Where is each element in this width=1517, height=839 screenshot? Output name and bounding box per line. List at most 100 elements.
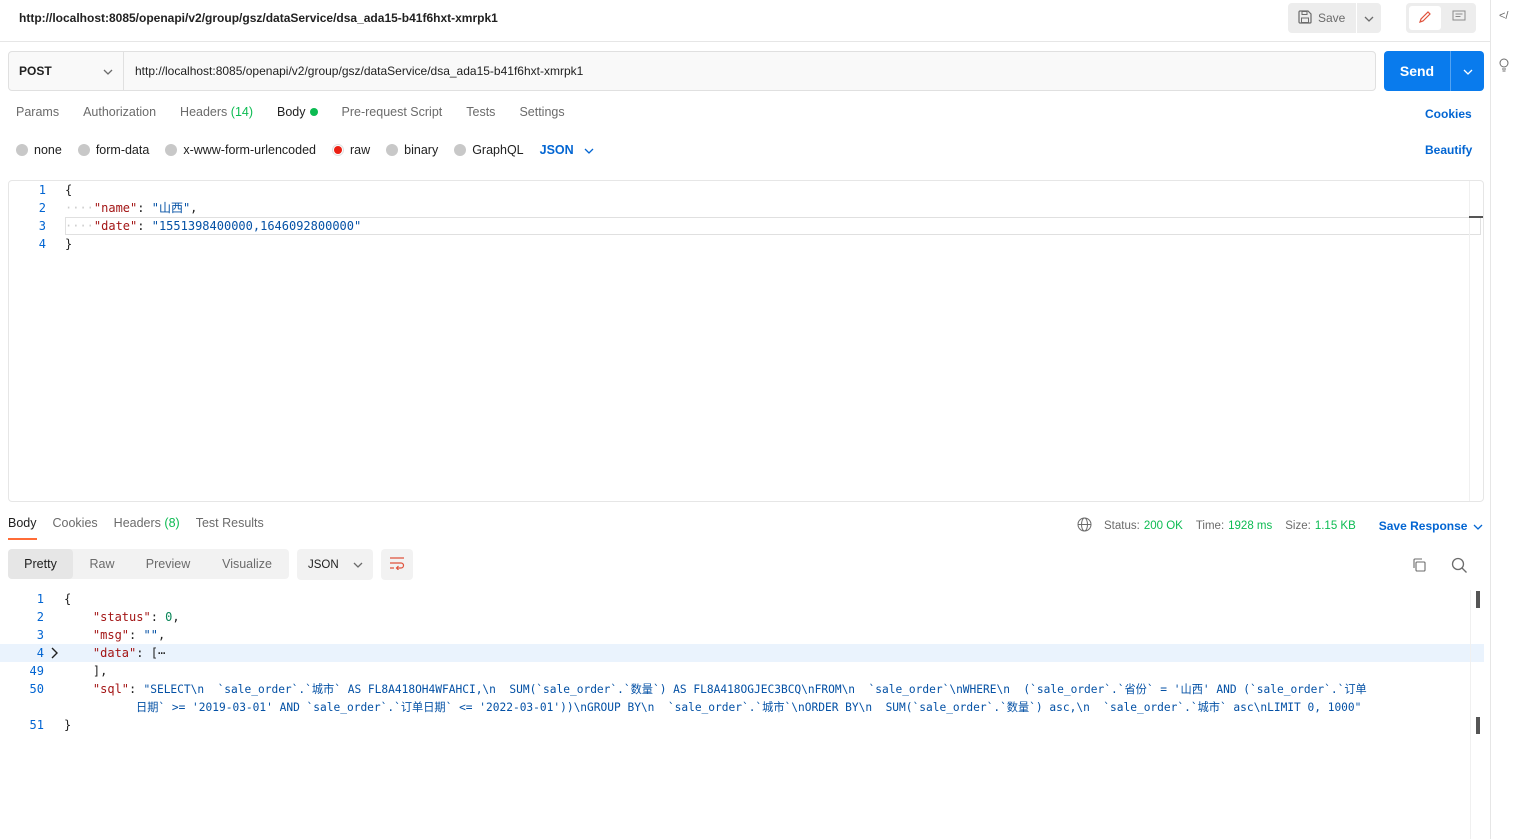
view-pretty-button[interactable]: Pretty bbox=[8, 549, 73, 579]
tab-settings[interactable]: Settings bbox=[519, 105, 564, 119]
code-text: } bbox=[64, 718, 72, 732]
code-text: "sql": "SELECT\n `sale_order`.`城市` AS FL… bbox=[92, 682, 1367, 696]
save-response-button[interactable]: Save Response bbox=[1379, 519, 1484, 533]
view-preview-button[interactable]: Preview bbox=[131, 549, 205, 579]
copy-icon[interactable] bbox=[1411, 557, 1427, 576]
tab-label: Body bbox=[8, 516, 37, 530]
request-body-editor[interactable]: 1 { 2 ····"name": "山西", 3 ····"date": "1… bbox=[8, 180, 1484, 502]
body-format-select[interactable]: JSON bbox=[540, 143, 594, 157]
chevron-down-icon bbox=[584, 143, 594, 157]
comment-icon bbox=[1452, 10, 1466, 26]
response-tab-cookies[interactable]: Cookies bbox=[53, 516, 98, 540]
tab-authorization[interactable]: Authorization bbox=[83, 105, 156, 119]
editor-line-current: 3 ····"date": "1551398400000,16460928000… bbox=[9, 217, 1483, 235]
save-button[interactable]: Save bbox=[1288, 3, 1356, 33]
globe-icon[interactable] bbox=[1077, 517, 1092, 535]
radio-icon bbox=[77, 144, 90, 156]
method-select[interactable]: POST bbox=[9, 52, 124, 90]
line-number: 1 bbox=[36, 592, 44, 606]
search-icon[interactable] bbox=[1451, 557, 1468, 577]
edit-mode-button[interactable] bbox=[1409, 6, 1441, 30]
tab-label: Test Results bbox=[195, 516, 264, 530]
save-response-label: Save Response bbox=[1378, 519, 1468, 533]
tab-headers[interactable]: Headers (14) bbox=[180, 105, 253, 119]
code-text: { bbox=[64, 592, 72, 606]
right-sidebar: </ bbox=[1490, 0, 1517, 839]
radio-label: raw bbox=[350, 143, 371, 157]
response-scrollbar[interactable] bbox=[1470, 590, 1484, 839]
status-label: Status: bbox=[1104, 520, 1140, 532]
code-icon[interactable]: </ bbox=[1499, 10, 1508, 22]
response-tab-headers[interactable]: Headers (8) bbox=[114, 516, 180, 540]
line-number: 49 bbox=[29, 664, 44, 678]
scroll-marker bbox=[1476, 717, 1480, 734]
response-line: 2 "status": 0, bbox=[0, 608, 1484, 626]
code-text: "status": 0, bbox=[92, 610, 180, 624]
modified-dot-icon bbox=[309, 107, 318, 116]
size-value[interactable]: 1.15 KB bbox=[1315, 520, 1356, 532]
editor-line: 1 { bbox=[9, 181, 1483, 199]
status-value[interactable]: 200 OK bbox=[1144, 520, 1183, 532]
body-type-none[interactable]: none bbox=[16, 143, 62, 157]
save-icon bbox=[1298, 9, 1312, 27]
tab-pre-request-script[interactable]: Pre-request Script bbox=[342, 105, 443, 119]
view-visualize-button[interactable]: Visualize bbox=[205, 549, 289, 579]
lightbulb-icon[interactable] bbox=[1499, 58, 1509, 75]
documentation-mode-button[interactable] bbox=[1444, 6, 1473, 30]
editor-line: 2 ····"name": "山西", bbox=[9, 199, 1483, 217]
tab-body[interactable]: Body bbox=[277, 105, 318, 119]
chevron-down-icon bbox=[1364, 11, 1374, 25]
save-options-button[interactable] bbox=[1357, 3, 1381, 33]
line-number: 50 bbox=[29, 682, 44, 696]
body-type-form-data[interactable]: form-data bbox=[77, 143, 149, 157]
response-line: 51 } bbox=[0, 716, 1484, 734]
tab-label: Settings bbox=[519, 105, 565, 119]
request-header-bar: http://localhost:8085/openapi/v2/group/g… bbox=[0, 0, 1490, 42]
body-type-graphql[interactable]: GraphQL bbox=[454, 143, 524, 157]
time-value[interactable]: 1928 ms bbox=[1228, 520, 1272, 532]
cookies-link[interactable]: Cookies bbox=[1425, 107, 1472, 121]
line-number: 3 bbox=[36, 628, 44, 642]
url-input[interactable]: http://localhost:8085/openapi/v2/group/g… bbox=[124, 52, 1375, 90]
request-title[interactable]: http://localhost:8085/openapi/v2/group/g… bbox=[19, 11, 498, 25]
editor-scrollbar[interactable] bbox=[1469, 181, 1483, 501]
body-type-selector: none form-data x-www-form-urlencoded raw… bbox=[16, 143, 594, 157]
radio-label: binary bbox=[404, 143, 439, 157]
body-type-urlencoded[interactable]: x-www-form-urlencoded bbox=[165, 143, 316, 157]
code-text-wrapped: 日期` >= '2019-03-01' AND `sale_order`.`订单… bbox=[136, 701, 1362, 714]
response-tab-body[interactable]: Body bbox=[8, 516, 37, 540]
response-tabs: Body Cookies Headers (8) Test Results bbox=[8, 516, 280, 540]
save-label: Save bbox=[1318, 11, 1346, 25]
tab-tests[interactable]: Tests bbox=[466, 105, 495, 119]
view-raw-button[interactable]: Raw bbox=[73, 549, 131, 579]
radio-label: GraphQL bbox=[472, 143, 524, 157]
response-format-select[interactable]: JSON bbox=[297, 549, 373, 580]
editor-line: 4 } bbox=[9, 235, 1483, 253]
response-tab-test-results[interactable]: Test Results bbox=[196, 516, 264, 540]
send-button[interactable]: Send bbox=[1384, 51, 1484, 91]
radio-icon bbox=[386, 144, 399, 156]
chevron-down-icon bbox=[1473, 519, 1483, 533]
tab-label: Body bbox=[277, 105, 306, 119]
line-number: 4 bbox=[38, 237, 46, 251]
tab-label: Cookies bbox=[52, 516, 98, 530]
tab-count-badge: (14) bbox=[230, 105, 254, 119]
response-body-viewer[interactable]: 1 { 2 "status": 0, 3 "msg": "", 4 "data"… bbox=[0, 590, 1484, 839]
radio-label: none bbox=[34, 143, 62, 157]
code-text: { bbox=[65, 183, 73, 197]
response-line-highlighted: 4 "data": [⋯ bbox=[0, 644, 1484, 662]
beautify-button[interactable]: Beautify bbox=[1425, 143, 1472, 157]
view-mode-toggle bbox=[1406, 3, 1476, 33]
body-type-binary[interactable]: binary bbox=[386, 143, 438, 157]
tab-params[interactable]: Params bbox=[16, 105, 59, 119]
response-status-area: Status: 200 OK Time: 1928 ms Size: 1.15 … bbox=[1077, 517, 1483, 535]
tab-label: Headers bbox=[180, 105, 228, 119]
send-options-button[interactable] bbox=[1450, 51, 1484, 91]
body-type-raw[interactable]: raw bbox=[332, 143, 370, 157]
line-number: 2 bbox=[36, 610, 44, 624]
response-view-modes: Pretty Raw Preview Visualize bbox=[8, 549, 289, 579]
chevron-down-icon bbox=[103, 64, 113, 78]
chevron-down-icon bbox=[353, 559, 363, 571]
wrap-lines-button[interactable] bbox=[381, 549, 413, 580]
tab-label: Headers bbox=[113, 516, 161, 530]
